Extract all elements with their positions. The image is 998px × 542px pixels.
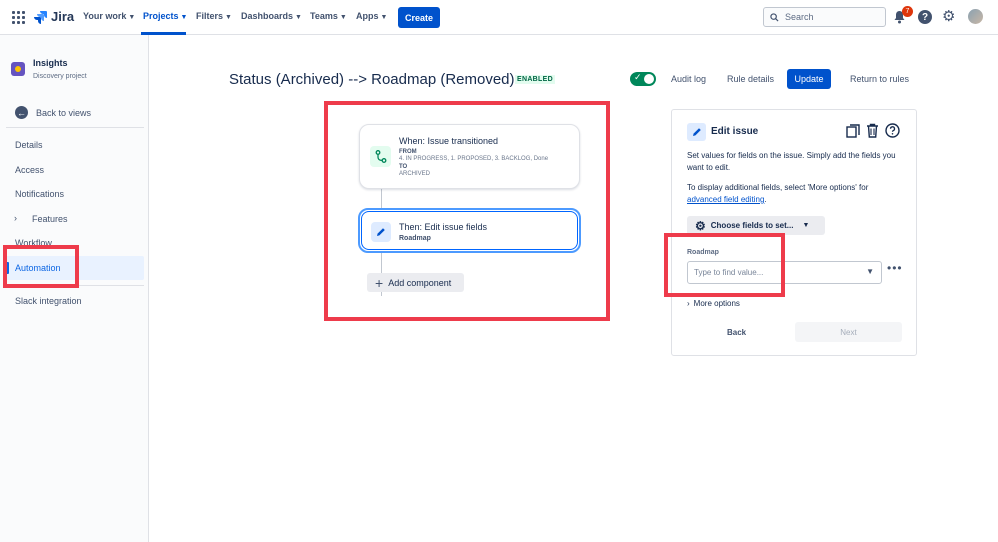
sidebar-item-slack-integration[interactable]: Slack integration [15,296,82,306]
more-options-label: More options [693,299,740,308]
nav-label: Your work [83,11,127,21]
project-avatar-icon [11,62,25,76]
copy-icon[interactable] [846,123,860,138]
nav-label: Teams [310,11,338,21]
nav-dashboards[interactable]: Dashboards ▼ [241,11,302,21]
pencil-icon [687,123,706,141]
panel-advanced-hint: To display additional fields, select 'Mo… [687,182,902,206]
user-avatar[interactable] [968,9,983,24]
check-icon: ✓ [634,72,642,82]
chevron-down-icon: ▼ [339,14,347,21]
return-to-rules-button[interactable]: Return to rules [850,74,909,84]
panel-title: Edit issue [711,126,759,137]
create-button[interactable]: Create [398,7,440,28]
project-sidebar: Insights Discovery project ← Back to vie… [0,35,149,542]
sidebar-divider [6,127,144,128]
nav-label: Filters [196,11,224,21]
arrow-left-icon: ← [15,106,28,119]
next-button[interactable]: Next [795,322,902,342]
gear-icon: ⚙ [695,218,706,233]
notification-count-badge: 7 [902,6,913,17]
chevron-right-icon: › [687,299,690,308]
chevron-down-icon: ▼ [802,222,810,229]
hint-suffix: . [764,195,767,204]
app-switcher-icon[interactable] [12,11,25,24]
sidebar-item-details[interactable]: Details [15,140,43,150]
audit-log-button[interactable]: Audit log [671,74,706,84]
more-options-toggle[interactable]: › More options [687,299,740,308]
trash-icon[interactable] [866,123,879,138]
chevron-down-icon: ▼ [866,267,874,276]
chevron-right-icon[interactable]: › [14,213,17,223]
sidebar-item-access[interactable]: Access [15,165,44,175]
settings-gear-icon[interactable]: ⚙ [942,9,955,24]
advanced-field-editing-link[interactable]: advanced field editing [687,195,764,204]
rule-enabled-toggle[interactable]: ✓ [630,72,656,86]
nav-apps[interactable]: Apps ▼ [356,11,387,21]
top-navigation: Jira Your work ▼ Projects ▼ Filters ▼ Dashb… [0,0,998,35]
chevron-down-icon: ▼ [380,14,388,21]
highlight-box-roadmap-field [664,233,785,297]
back-label: Back to views [36,107,92,118]
back-to-views-link[interactable]: ← Back to views [15,106,91,119]
sidebar-item-notifications[interactable]: Notifications [15,189,64,199]
jira-logo-text: Jira [51,9,75,24]
search-icon [770,12,779,22]
hint-text: To display additional fields, select 'Mo… [687,183,869,192]
nav-teams[interactable]: Teams ▼ [310,11,347,21]
sidebar-item-features[interactable]: Features [32,214,68,224]
nav-projects[interactable]: Projects ▼ [143,11,187,21]
nav-your-work[interactable]: Your work ▼ [83,11,135,21]
jira-icon [34,10,47,24]
nav-filters[interactable]: Filters ▼ [196,11,232,21]
update-button[interactable]: Update [787,69,831,89]
highlight-box-automation [3,245,79,288]
panel-toolbar [846,123,900,138]
panel-description: Set values for fields on the issue. Simp… [687,151,896,172]
rule-details-button[interactable]: Rule details [727,74,774,84]
project-name[interactable]: Insights [33,58,68,68]
nav-label: Apps [356,11,379,21]
choose-fields-label: Choose fields to set... [710,221,794,230]
back-button[interactable]: Back [727,328,746,337]
chevron-down-icon: ▼ [128,14,136,21]
status-badge: ENABLED [515,75,555,84]
project-type: Discovery project [33,73,87,80]
chevron-down-icon: ▼ [295,14,302,21]
chevron-down-icon: ▼ [225,14,232,21]
rule-title: Status (Archived) --> Roadmap (Removed) [229,71,515,88]
search-input[interactable]: Search [763,7,886,27]
chevron-down-icon: ▼ [180,14,188,21]
nav-label: Dashboards [241,11,294,21]
nav-label: Projects [143,11,179,21]
search-placeholder: Search [785,12,814,22]
jira-logo[interactable]: Jira [33,9,74,24]
toggle-knob [644,74,654,84]
help-circle-icon[interactable] [885,123,900,138]
more-actions-icon[interactable]: ••• [887,261,903,275]
help-icon[interactable]: ? [918,10,932,24]
highlight-box-flow [324,101,610,321]
